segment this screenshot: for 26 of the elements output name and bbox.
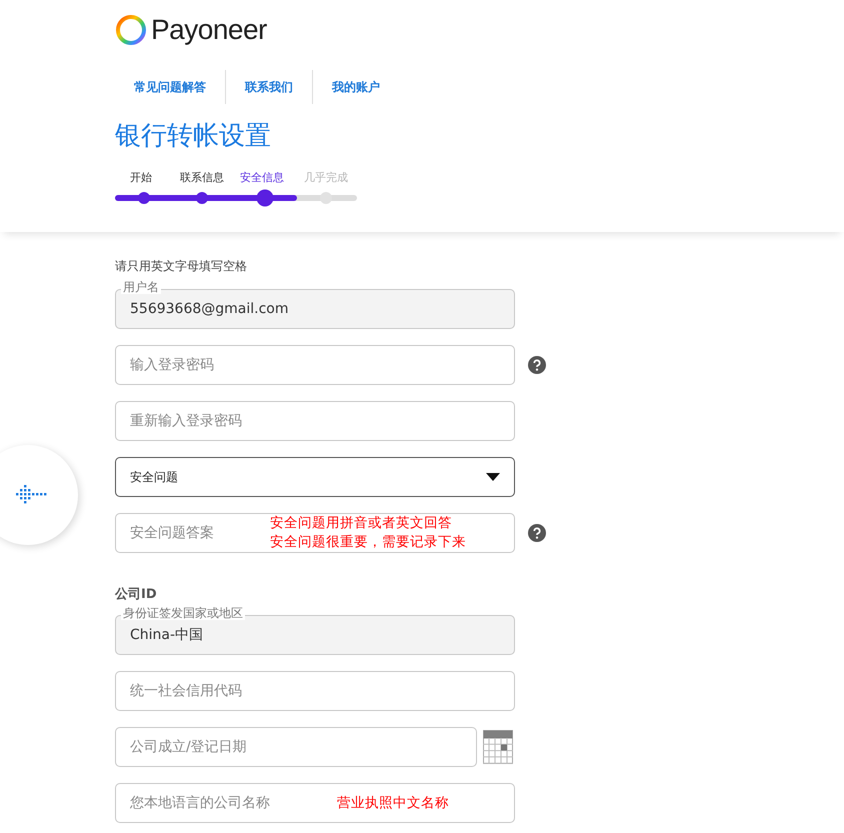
step-label: 联系信息	[180, 170, 225, 185]
calendar-icon[interactable]	[483, 730, 513, 764]
field-label: 用户名	[121, 280, 161, 294]
annotation-text: 安全问题很重要，需要记录下来	[270, 533, 466, 552]
input-field[interactable]: 统一社会信用代码	[115, 671, 515, 711]
nav-link[interactable]: 联系我们	[226, 78, 312, 96]
step-label: 安全信息	[240, 170, 285, 185]
logo-text: Payoneer	[151, 14, 267, 46]
help-icon[interactable]	[528, 356, 546, 374]
step-label: 开始	[130, 170, 153, 185]
instruction-text: 请只用英文字母填写空格	[115, 258, 248, 275]
nav-link[interactable]: 常见问题解答	[115, 78, 225, 96]
input-field[interactable]: 公司成立/登记日期	[115, 727, 477, 767]
annotation-text: 安全问题用拼音或者英文回答	[270, 514, 453, 533]
section-heading: 公司ID	[115, 586, 158, 603]
step-label: 几乎完成	[304, 170, 348, 185]
caret-icon	[486, 473, 500, 481]
ring-logo-icon	[115, 14, 147, 46]
help-icon[interactable]	[528, 524, 546, 542]
input-field[interactable]: 重新输入登录密码	[115, 401, 515, 441]
page-title: 银行转帐设置	[115, 120, 272, 153]
annotation-text: 营业执照中文名称	[337, 794, 449, 812]
dropdown-field[interactable]: 安全问题	[115, 457, 515, 497]
field-label: 身份证签发国家或地区	[121, 606, 245, 620]
nav-link[interactable]: 我的账户	[313, 78, 399, 96]
input-field[interactable]: 输入登录密码	[115, 345, 515, 385]
